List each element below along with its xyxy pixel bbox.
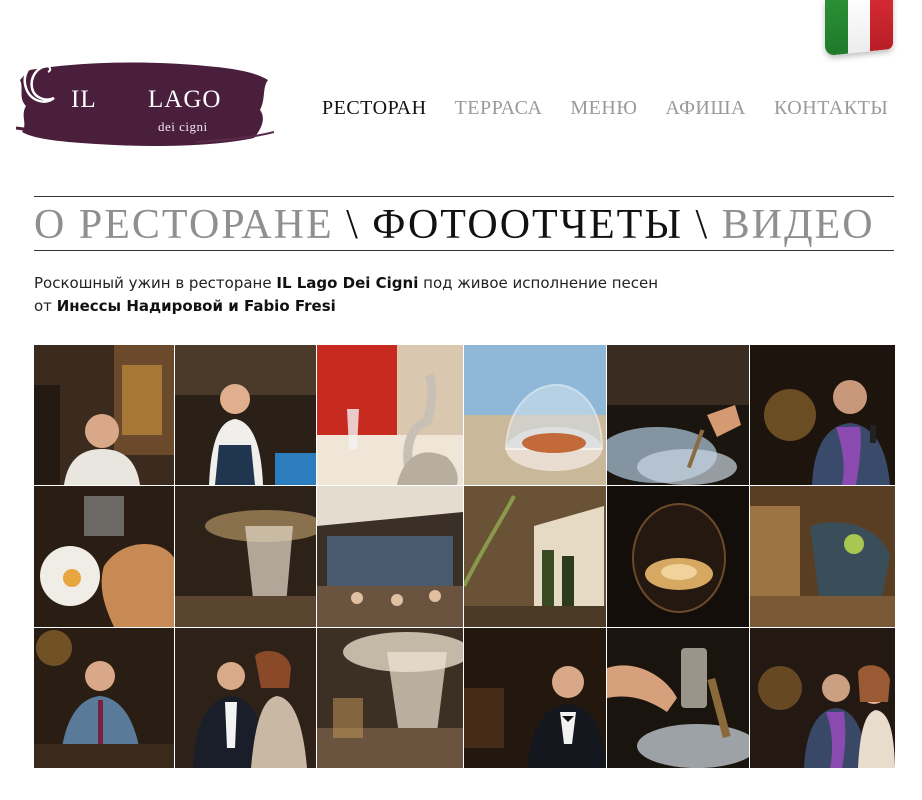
gallery-photo-bar-decor[interactable] (750, 486, 895, 627)
nav-item-contacts[interactable]: КОНТАКТЫ (774, 97, 888, 120)
desc-text: Роскошный ужин в ресторане (34, 274, 277, 292)
page-heading: О РЕСТОРАНЕ \ ФОТООТЧЕТЫ \ ВИДЕО (34, 201, 904, 249)
gallery-photo-chandelier[interactable] (175, 486, 316, 627)
gallery-photo-guest-portrait[interactable] (464, 628, 606, 768)
nav-item-terrace[interactable]: ТЕРРАСА (455, 97, 543, 120)
desc-text: под живое исполнение песен (418, 274, 659, 292)
event-description: Роскошный ужин в ресторане IL Lago Dei C… (34, 272, 674, 318)
italian-flag-icon[interactable] (825, 0, 893, 56)
heading-separator: \ (682, 202, 722, 248)
gallery-photo-singers-duet[interactable] (750, 628, 895, 768)
gallery-photo-couple[interactable] (175, 628, 316, 768)
gallery-photo-plated-dish[interactable] (34, 486, 174, 627)
gallery-photo-dining-hall[interactable] (317, 486, 463, 627)
flag-green-stripe (825, 0, 848, 56)
heading-top-rule (34, 196, 894, 197)
desc-performers: Инессы Надировой и Fabio Fresi (56, 297, 336, 315)
gallery-photo-waiter[interactable] (175, 345, 316, 485)
logo-il: IL (71, 86, 97, 113)
nav-item-menu[interactable]: МЕНЮ (570, 97, 637, 120)
gallery-photo-bartender[interactable] (34, 628, 174, 768)
gallery-photo-pouring[interactable] (607, 628, 749, 768)
desc-text: от (34, 297, 57, 315)
heading-separator: \ (333, 202, 373, 248)
gallery-photo-singer[interactable] (750, 345, 895, 485)
heading-bottom-rule (34, 250, 894, 251)
logo-subtitle: dei cigni (158, 119, 208, 134)
nav-item-events[interactable]: АФИША (665, 97, 746, 120)
site-logo[interactable]: IL LAGO dei cigni (16, 58, 274, 150)
desc-restaurant-name: IL Lago Dei Cigni (276, 274, 419, 292)
gallery-photo-swan-decor[interactable] (317, 345, 463, 485)
gallery-photo-smoke-dish[interactable] (607, 345, 749, 485)
nav-item-restaurant[interactable]: РЕСТОРАН (322, 97, 427, 120)
tab-about[interactable]: О РЕСТОРАНЕ (34, 202, 334, 248)
logo-lago: LAGO (148, 86, 222, 113)
gallery-photo-crystal-hall[interactable] (317, 628, 463, 768)
swan-icon (23, 60, 55, 103)
photo-gallery (34, 345, 896, 768)
flag-red-stripe (870, 0, 893, 52)
tab-photo-reports[interactable]: ФОТООТЧЕТЫ (372, 202, 683, 248)
flag-white-stripe (847, 0, 871, 54)
gallery-photo-nest-dish[interactable] (607, 486, 749, 627)
gallery-photo-wine-bottles[interactable] (464, 486, 606, 627)
gallery-photo-dessert-cloche[interactable] (464, 345, 606, 485)
main-nav: РЕСТОРАН ТЕРРАСА МЕНЮ АФИША КОНТАКТЫ (322, 97, 888, 120)
gallery-photo-chef[interactable] (34, 345, 174, 485)
tab-video[interactable]: ВИДЕО (722, 202, 875, 248)
